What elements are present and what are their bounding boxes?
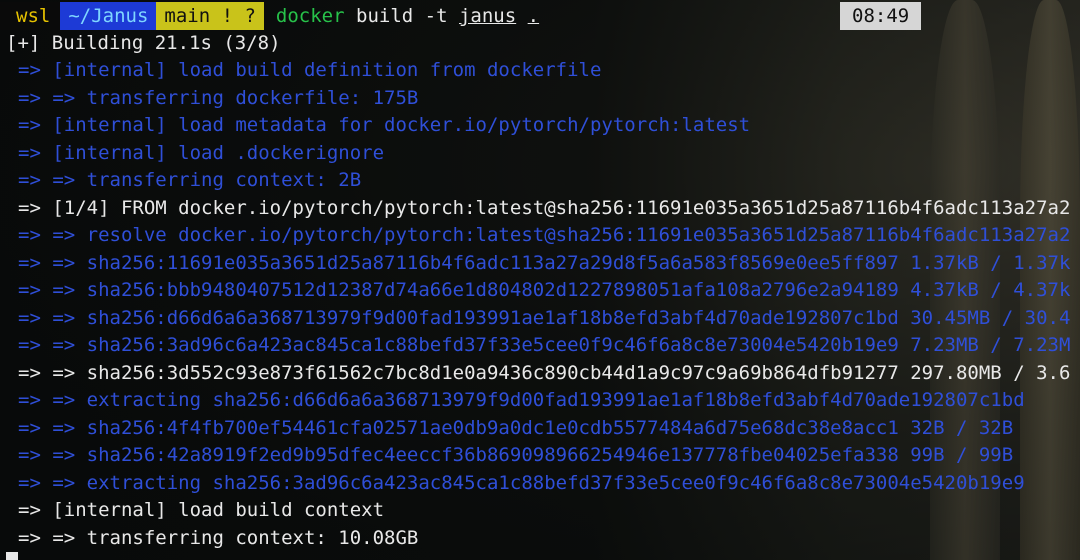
terminal-cursor (6, 552, 18, 560)
build-output-line: => => transferring dockerfile: 175B (18, 86, 419, 109)
build-output-line: => => extracting sha256:3ad96c6a423ac845… (18, 471, 1025, 494)
build-output-line: => => transferring context: 10.08GB (18, 526, 419, 549)
build-output-line: => => sha256:3ad96c6a423ac845ca1c88befd3… (18, 334, 1071, 356)
terminal-window[interactable]: wsl ~/Janus main ! ? docker build -t jan… (0, 0, 1080, 560)
build-output-line: => => sha256:11691e035a3651d25a87116b4f6… (18, 251, 1071, 274)
build-output-line: => [internal] load metadata for docker.i… (18, 114, 751, 136)
build-output-line: => => extracting sha256:d66d6a6a36871397… (18, 389, 1025, 411)
build-output: => [internal] load build definition from… (0, 0, 1080, 560)
build-output-line: => => sha256:4f4fb700ef54461cfa02571ae0d… (18, 416, 1014, 439)
build-output-line: => => transferring context: 2B (18, 169, 362, 191)
build-output-line: => [internal] load .dockerignore (18, 141, 385, 164)
build-output-line: => => resolve docker.io/pytorch/pytorch:… (18, 224, 1071, 246)
build-output-line: => => sha256:42a8919f2ed9b95dfec4eeccf36… (18, 444, 1014, 466)
build-output-line: => => sha256:3d552c93e873f61562c7bc8d1e0… (18, 361, 1071, 384)
build-output-line: => [internal] load build context (18, 499, 385, 521)
build-output-line: => => sha256:bbb9480407512d12387d74a66e1… (18, 279, 1071, 301)
build-output-line: => [internal] load build definition from… (18, 59, 602, 81)
build-output-line: => [1/4] FROM docker.io/pytorch/pytorch:… (18, 196, 1071, 219)
build-output-line: => => sha256:d66d6a6a368713979f9d00fad19… (18, 306, 1071, 329)
